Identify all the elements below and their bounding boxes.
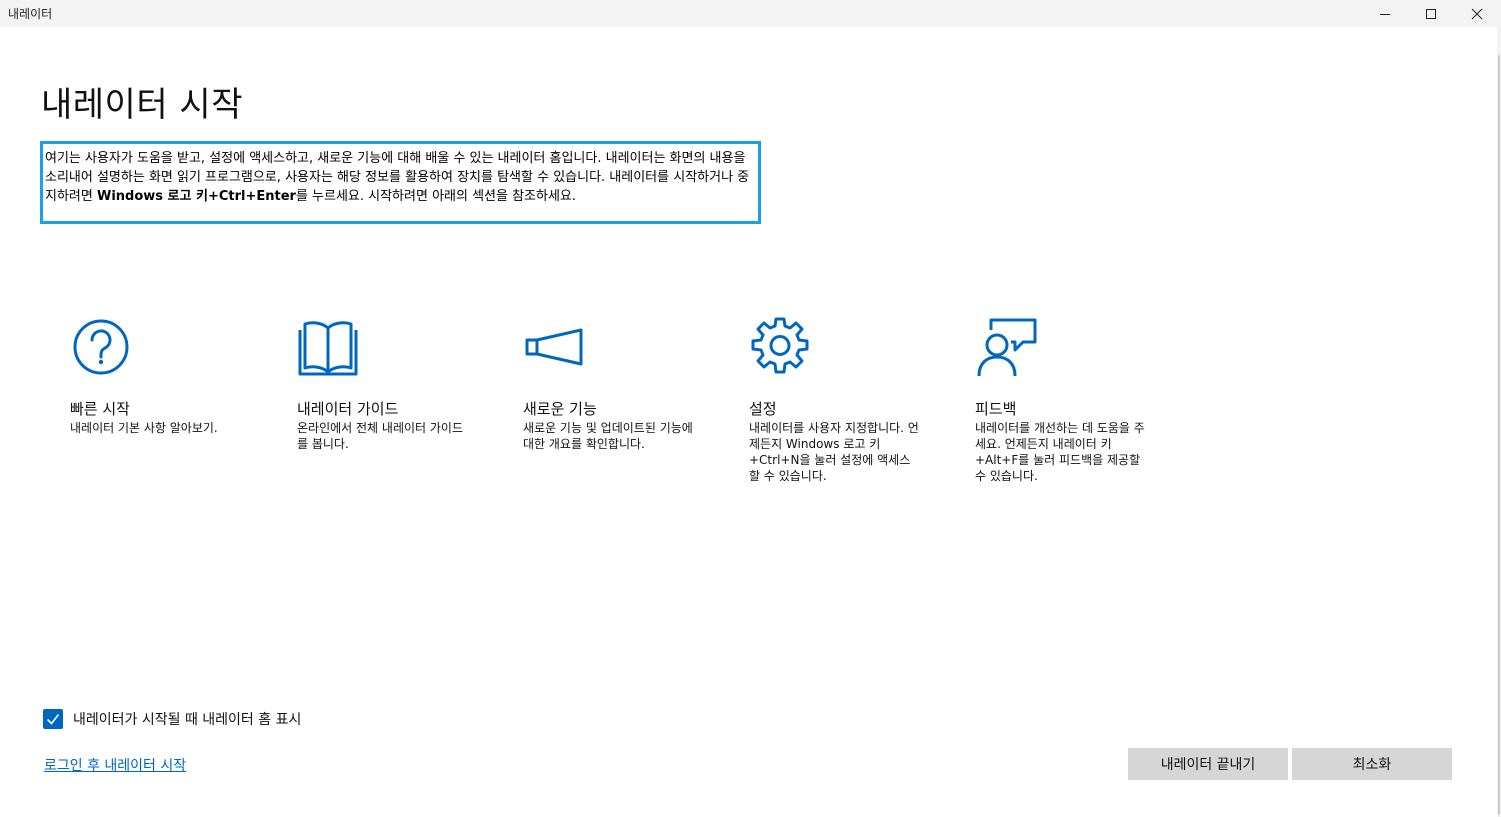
show-home-checkbox[interactable] xyxy=(43,709,63,729)
gear-icon xyxy=(751,317,809,374)
megaphone-icon xyxy=(525,328,583,366)
help-circle-icon xyxy=(73,319,129,375)
tile-title: 빠른 시작 xyxy=(70,400,130,418)
intro-text-part3: 를 누르세요. 시작하려면 아래의 섹션을 참조하세요. xyxy=(295,189,577,204)
scrollbar[interactable] xyxy=(1497,27,1501,817)
tile-title: 설정 xyxy=(749,400,777,418)
tile-title: 내레이터 가이드 xyxy=(297,400,399,418)
tile-feedback[interactable]: 피드백 내레이터를 개선하는 데 도움을 주세요. 언제든지 내레이터 키+Al… xyxy=(975,316,1145,484)
tile-description: 온라인에서 전체 내레이터 가이드를 봅니다. xyxy=(297,421,464,451)
title-bar: 내레이터 xyxy=(0,0,1501,27)
intro-text-shortcut: Windows 로고 키+Ctrl+Enter xyxy=(96,189,296,204)
tile-title: 새로운 기능 xyxy=(523,400,597,418)
show-home-checkbox-label: 내레이터가 시작될 때 내레이터 홈 표시 xyxy=(73,712,302,728)
tile-whats-new[interactable]: 새로운 기능 새로운 기능 및 업데이트된 기능에 대한 개요를 확인합니다. xyxy=(523,316,693,452)
feedback-person-icon xyxy=(977,318,1037,377)
close-window-button[interactable] xyxy=(1454,0,1500,27)
start-after-signin-link[interactable]: 로그인 후 내레이터 시작 xyxy=(44,755,186,775)
checkmark-icon xyxy=(46,714,60,725)
maximize-icon xyxy=(1426,8,1436,19)
tile-description: 새로운 기능 및 업데이트된 기능에 대한 개요를 확인합니다. xyxy=(523,421,693,451)
tile-description: 내레이터를 사용자 지정합니다. 언제든지 Windows 로고 키+Ctrl+… xyxy=(749,421,919,483)
show-home-checkbox-row[interactable]: 내레이터가 시작될 때 내레이터 홈 표시 xyxy=(43,709,301,729)
window-title: 내레이터 xyxy=(8,7,53,21)
tile-quick-start[interactable]: 빠른 시작 내레이터 기본 사항 알아보기. xyxy=(70,316,240,436)
maximize-window-button[interactable] xyxy=(1408,0,1454,27)
book-icon xyxy=(298,321,358,376)
tile-settings[interactable]: 설정 내레이터를 사용자 지정합니다. 언제든지 Windows 로고 키+Ct… xyxy=(749,316,919,484)
tile-description: 내레이터를 개선하는 데 도움을 주세요. 언제든지 내레이터 키+Alt+F를… xyxy=(975,421,1145,483)
close-icon xyxy=(1471,8,1483,19)
page-title: 내레이터 시작 xyxy=(41,85,243,125)
tile-narrator-guide[interactable]: 내레이터 가이드 온라인에서 전체 내레이터 가이드를 봅니다. xyxy=(297,316,467,452)
scrollbar-thumb[interactable] xyxy=(1498,55,1500,815)
tile-description: 내레이터 기본 사항 알아보기. xyxy=(70,421,218,435)
minimize-icon xyxy=(1380,13,1390,15)
minimize-button[interactable]: 최소화 xyxy=(1292,748,1452,780)
exit-narrator-button[interactable]: 내레이터 끝내기 xyxy=(1128,748,1288,780)
tile-title: 피드백 xyxy=(975,400,1017,418)
minimize-window-button[interactable] xyxy=(1362,0,1408,27)
intro-text: 여기는 사용자가 도움을 받고, 설정에 액세스하고, 새로운 기능에 대해 배… xyxy=(40,141,761,224)
